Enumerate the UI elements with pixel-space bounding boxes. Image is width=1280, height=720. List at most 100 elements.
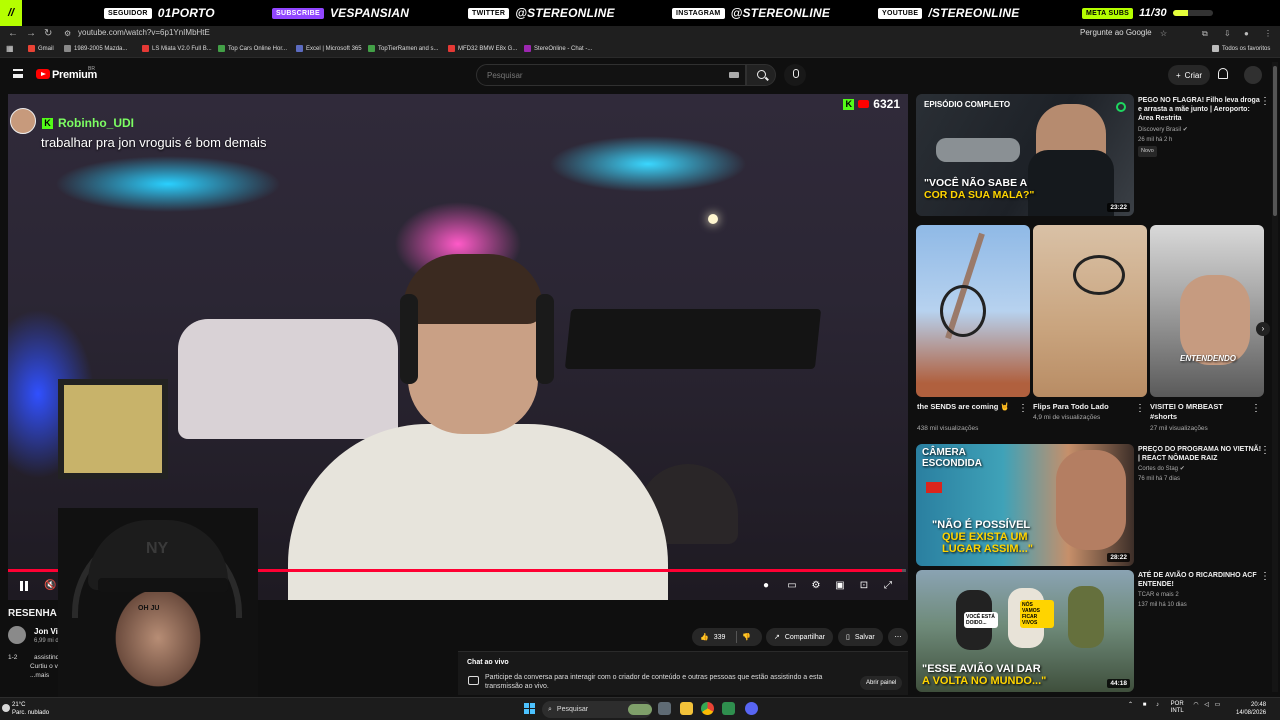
all-favorites-folder[interactable]: Todos os favoritos (1212, 45, 1270, 52)
extensions-icon[interactable]: ⧉ (1202, 29, 1208, 39)
weather-condition: Parc. nublado (12, 710, 50, 716)
shorts-next-arrow-icon[interactable]: › (1256, 322, 1270, 336)
open-chat-panel-button[interactable]: Abrir painel (860, 676, 903, 690)
short-title[interactable]: Flips Para Todo Lado (1033, 402, 1129, 412)
system-clock[interactable]: 20:48 14/08/2026 (1236, 701, 1266, 717)
chrome-icon[interactable] (701, 702, 714, 715)
thumbs-down-icon[interactable]: 👎 (742, 633, 751, 641)
windows-start-icon[interactable] (524, 703, 535, 714)
start-tile (524, 703, 529, 708)
spreadsheet-app-icon[interactable] (722, 702, 735, 715)
search-input[interactable] (487, 68, 717, 82)
short-thumbnail[interactable] (916, 225, 1030, 397)
more-options-icon[interactable] (1251, 403, 1261, 415)
search-button[interactable] (746, 64, 776, 86)
cast-icon[interactable]: ⊡ (858, 580, 870, 592)
more-options-icon[interactable] (1260, 445, 1270, 457)
channel-avatar[interactable] (8, 626, 26, 644)
like-button[interactable]: 👍 339 👎 (692, 628, 762, 646)
thumbnail-caption: "ESSE AVIÃO VAI DAR (922, 663, 1041, 675)
bookmark-star-icon[interactable]: ☆ (1160, 29, 1167, 38)
pool-table-shape (564, 309, 822, 369)
recommendation-thumbnail[interactable]: CÂMERA ESCONDIDA "NÃO É POSSÍVEL QUE EXI… (916, 444, 1134, 566)
voice-search-mic-icon[interactable] (784, 64, 806, 86)
youtube-header: Premium BR +Criar (0, 58, 1280, 92)
recommendation-title[interactable]: PREÇO DO PROGRAMA NO VIETNÃ! | REACT NÔM… (1138, 445, 1262, 463)
overlay-badge: SEGUIDOR (104, 7, 152, 19)
save-button[interactable]: ▯ Salvar (838, 628, 883, 646)
language-code: POR (1170, 701, 1184, 707)
browser-menu-icon[interactable]: ⋮ (1264, 29, 1272, 38)
search-box[interactable] (476, 64, 746, 86)
ask-google-button[interactable]: Pergunte ao Google (1080, 28, 1152, 37)
file-explorer-icon[interactable] (680, 702, 693, 715)
hamburger-menu-icon[interactable] (13, 69, 23, 78)
address-bar[interactable]: youtube.com/watch?v=6p1YnIMbHtE (78, 28, 210, 37)
apps-grid-icon[interactable]: ▦ (6, 44, 14, 53)
more-options-icon[interactable] (1018, 403, 1028, 415)
notifications-bell-icon[interactable] (1218, 68, 1228, 79)
back-icon[interactable]: ← (8, 28, 18, 39)
account-avatar[interactable] (1244, 66, 1262, 84)
keyboard-icon[interactable] (729, 72, 739, 78)
short-title[interactable]: VISITEI O MRBEAST #shorts (1150, 402, 1246, 422)
short-title[interactable]: the SENDS are coming 🤘 (917, 402, 1013, 412)
scrollbar-thumb[interactable] (1273, 66, 1277, 216)
miniplayer-icon[interactable]: ▣ (834, 580, 846, 592)
more-options-icon[interactable] (1135, 403, 1145, 415)
bookmark-item[interactable]: Excel | Microsoft 365 (296, 45, 362, 52)
recommendation-title[interactable]: PEGO NO FLAGRA! Filho leva droga e arras… (1138, 96, 1262, 123)
autoplay-toggle-icon[interactable]: ● (760, 580, 772, 592)
task-view-icon[interactable] (658, 702, 671, 715)
fullscreen-icon[interactable]: ⤢ (882, 580, 894, 592)
short-thumbnail[interactable] (1033, 225, 1147, 397)
recommendation-thumbnail[interactable]: EPISÓDIO COMPLETO "VOCÊ NÃO SABE A COR D… (916, 94, 1134, 216)
download-icon[interactable]: ⇩ (1224, 29, 1231, 38)
mic-icon[interactable]: ♪ (1156, 702, 1159, 708)
reload-icon[interactable]: ↻ (44, 28, 52, 39)
start-tile (530, 703, 535, 708)
bookmark-favicon (64, 45, 71, 52)
site-info-icon[interactable]: ⚙ (64, 29, 71, 38)
subtitles-icon[interactable]: ▭ (786, 580, 798, 592)
bookmark-item[interactable]: MFD32 BMW E8x G... (448, 45, 517, 52)
bookmark-item[interactable]: Gmail (28, 45, 54, 52)
recommendation-title[interactable]: ATÉ DE AVIÃO O RICARDINHO ACF ENTENDE! (1138, 571, 1262, 589)
tray-app-icon[interactable]: ■ (1143, 702, 1147, 708)
battery-icon[interactable]: ▭ (1215, 702, 1221, 708)
pause-icon[interactable] (18, 580, 30, 592)
volume-muted-icon[interactable]: 🔇 (44, 580, 56, 592)
tray-chevron-icon[interactable]: ⌃ (1128, 702, 1133, 708)
profile-icon[interactable]: ● (1244, 29, 1249, 38)
bookmark-item[interactable]: 1989-2005 Mazda... (64, 45, 127, 52)
weather-widget[interactable]: 21°C Parc. nublado (2, 701, 50, 717)
more-options-icon[interactable] (1260, 96, 1270, 108)
system-tray[interactable]: ⌃ ■ ♪ POR INTL ◠ ◁ ▭ (1128, 701, 1220, 715)
bookmark-favicon (524, 45, 531, 52)
recommendation-thumbnail[interactable]: VOCÊ ESTÁ DOIDO... NÓS VAMOS FICAR VIVOS… (916, 570, 1134, 692)
bookmark-item[interactable]: Top Cars Online Hor... (218, 45, 287, 52)
page-scrollbar[interactable] (1272, 62, 1278, 692)
taskbar-search[interactable]: ⌕ Pesquisar (542, 701, 652, 718)
bookmark-item[interactable]: LS Miata V2.0 Full B... (142, 45, 212, 52)
taskbar-search-label: Pesquisar (556, 706, 589, 713)
forward-icon[interactable]: → (26, 28, 36, 39)
youtube-logo-icon[interactable] (36, 69, 50, 79)
overlay-text: VESPANSIAN (329, 6, 410, 20)
language-indicator[interactable]: POR INTL (1171, 701, 1184, 715)
bookmark-item[interactable]: TopTierRamen and s... (368, 45, 438, 52)
create-button[interactable]: + Criar (1168, 65, 1211, 85)
more-actions-button[interactable]: ⋯ (888, 628, 908, 646)
more-options-icon[interactable] (1260, 571, 1270, 583)
settings-gear-icon[interactable]: ⚙ (810, 580, 822, 592)
share-button[interactable]: ↗ Compartilhar (766, 628, 833, 646)
bookmarks-bar: ▦ Gmail 1989-2005 Mazda... LS Miata V2.0… (0, 42, 1280, 58)
volume-icon[interactable]: ◁ (1204, 702, 1209, 708)
recommendation-channel: Discovery Brasil ✔ (1138, 126, 1188, 135)
wifi-icon[interactable]: ◠ (1193, 702, 1198, 708)
overlay-badge: META SUBS (1082, 7, 1134, 19)
short-thumbnail[interactable]: ENTENDENDO (1150, 225, 1264, 397)
discord-icon[interactable] (745, 702, 758, 715)
viewer-count: K 6321 (843, 97, 900, 111)
bookmark-item[interactable]: StereOnline - Chat -... (524, 45, 592, 52)
